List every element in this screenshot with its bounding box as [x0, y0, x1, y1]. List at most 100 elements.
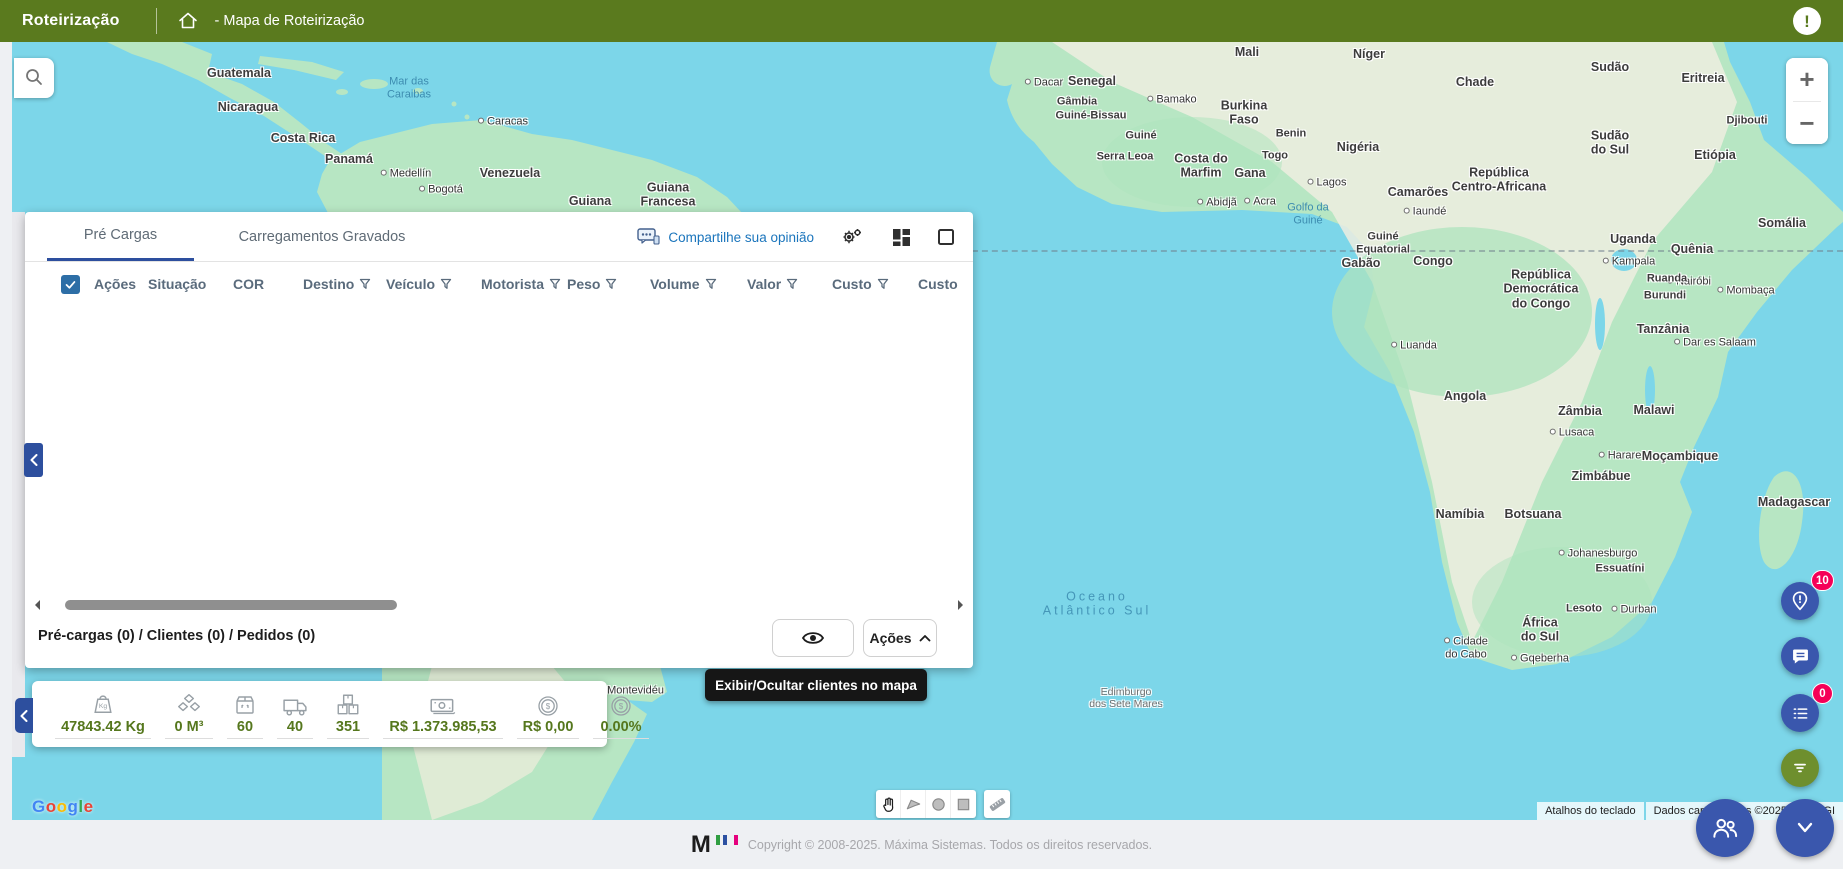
column-header-motorista[interactable]: Motorista: [481, 262, 561, 306]
measure-tool[interactable]: [984, 790, 1010, 818]
dashboard-icon: [892, 228, 911, 247]
header-divider: [156, 8, 157, 34]
panel-tabs-row: Pré Cargas Carregamentos Gravados Compar…: [25, 212, 973, 262]
zoom-out-button[interactable]: −: [1786, 102, 1828, 145]
circle-tool[interactable]: [926, 790, 951, 818]
package-icon: [233, 694, 257, 718]
summary-text: Pré-cargas (0) / Clientes (0) / Pedidos …: [38, 628, 315, 644]
scroll-right-arrow[interactable]: [958, 600, 963, 610]
column-header-cor[interactable]: COR: [233, 262, 264, 306]
filter-icon[interactable]: [359, 278, 371, 291]
cubes-icon: [176, 692, 202, 718]
stat-precargas-count: 60: [227, 692, 263, 739]
fab-chat[interactable]: [1781, 637, 1819, 675]
google-logo[interactable]: Google: [32, 797, 94, 817]
feedback-icon: [637, 227, 661, 247]
tab-pre-cargas[interactable]: Pré Cargas: [47, 212, 194, 261]
scroll-track[interactable]: [51, 600, 947, 610]
panel-collapse-button[interactable]: [24, 443, 43, 477]
feedback-link[interactable]: Compartilhe sua opinião: [637, 227, 814, 247]
stat-orders-count: 351: [327, 692, 369, 739]
filter-icon[interactable]: [705, 278, 717, 291]
square-outline-icon: [937, 228, 955, 246]
stat-value: R$ 0,00: [523, 719, 574, 735]
app-footer: M Copyright © 2008-2025. Máxima Sistemas…: [0, 820, 1843, 869]
zoom-in-button[interactable]: +: [1786, 58, 1828, 101]
column-header-veiculo[interactable]: Veículo: [386, 262, 452, 306]
map-search-button[interactable]: [14, 58, 54, 98]
svg-text:$: $: [546, 702, 551, 711]
column-header-valor[interactable]: Valor: [747, 262, 798, 306]
expand-panel-button[interactable]: [937, 228, 955, 246]
stat-total-value: R$ 1.373.985,53: [383, 692, 503, 739]
show-hide-clients-button[interactable]: [772, 619, 854, 657]
stat-value: 47843.42 Kg: [61, 719, 145, 735]
map-dashed-line: [962, 250, 1843, 252]
filter-icon[interactable]: [786, 278, 798, 291]
chevron-left-icon: [30, 454, 38, 466]
scroll-left-arrow[interactable]: [35, 600, 40, 610]
table-header: Ações Situação COR Destino Veículo Motor…: [25, 262, 973, 306]
chevron-up-icon: [919, 634, 931, 642]
alert-button[interactable]: !: [1793, 7, 1821, 35]
filter-icon[interactable]: [605, 278, 617, 291]
feedback-label: Compartilhe sua opinião: [668, 230, 814, 245]
svg-text:$: $: [619, 702, 624, 711]
actions-button[interactable]: Ações: [863, 619, 937, 657]
column-header-destino[interactable]: Destino: [303, 262, 371, 306]
search-icon: [24, 67, 44, 87]
polygon-icon: [905, 796, 922, 813]
fab-filter[interactable]: [1781, 749, 1819, 787]
hand-pan-tool[interactable]: [876, 790, 901, 818]
weight-kg-icon: Kg: [90, 693, 116, 718]
column-header-acoes[interactable]: Ações: [94, 262, 136, 306]
left-drawer-strip: [12, 212, 25, 757]
percent-coin-icon: $: [609, 694, 633, 718]
precargas-panel: Pré Cargas Carregamentos Gravados Compar…: [25, 212, 973, 668]
polygon-tool[interactable]: [901, 790, 926, 818]
scroll-thumb[interactable]: [65, 600, 397, 610]
truck-icon: [282, 695, 309, 718]
layout-grid-button[interactable]: [892, 228, 911, 247]
stat-value: 0 M³: [175, 719, 204, 735]
hand-icon: [880, 796, 897, 813]
home-icon[interactable]: [177, 10, 199, 32]
stat-value: 351: [336, 719, 360, 735]
map-pin-alert-icon: [1789, 590, 1811, 612]
column-header-custo[interactable]: Custo: [832, 262, 889, 306]
actions-button-label: Ações: [869, 630, 911, 646]
app-header: Roteirização - Mapa de Roteirização !: [0, 0, 1843, 42]
tab-carregamentos-gravados[interactable]: Carregamentos Gravados: [222, 212, 422, 261]
svg-text:Kg: Kg: [99, 703, 108, 710]
column-header-volume[interactable]: Volume: [650, 262, 717, 306]
stat-value: R$ 1.373.985,53: [389, 719, 496, 735]
stat-value: 40: [287, 719, 303, 735]
select-all-checkbox[interactable]: [61, 262, 80, 306]
filter-icon[interactable]: [877, 278, 889, 291]
map-drawing-tools: [876, 790, 1010, 818]
chevron-left-icon: [20, 710, 28, 722]
keyboard-shortcuts-link[interactable]: Atalhos do teclado: [1537, 802, 1644, 820]
stats-collapse-button[interactable]: [15, 698, 33, 733]
column-header-peso[interactable]: Peso: [567, 262, 617, 306]
bullet-list-icon: [1790, 703, 1811, 724]
exclamation-icon: !: [1804, 13, 1810, 30]
chevron-down-icon: [1793, 820, 1817, 836]
stat-cost-percent: $ 0.00%: [593, 692, 649, 739]
boxes-icon: [335, 692, 361, 718]
maxima-logo-m: M: [691, 833, 710, 857]
fab-list-badge: 0: [1812, 683, 1833, 704]
circle-icon: [930, 796, 947, 813]
filter-icon[interactable]: [549, 278, 561, 291]
fab-collapse-menu[interactable]: [1776, 799, 1834, 857]
rectangle-tool[interactable]: [951, 790, 976, 818]
settings-button[interactable]: [840, 227, 864, 247]
fab-clients[interactable]: [1696, 799, 1754, 857]
column-header-situacao[interactable]: Situação: [148, 262, 206, 306]
filter-lines-icon: [1790, 758, 1810, 778]
ruler-icon: [988, 795, 1007, 814]
panel-footer: Pré-cargas (0) / Clientes (0) / Pedidos …: [25, 610, 973, 668]
filter-icon[interactable]: [440, 278, 452, 291]
column-header-custo-2[interactable]: Custo: [918, 262, 958, 306]
app-root: GuatemalaMar das CaraibasNicaraguaCosta …: [0, 0, 1843, 869]
